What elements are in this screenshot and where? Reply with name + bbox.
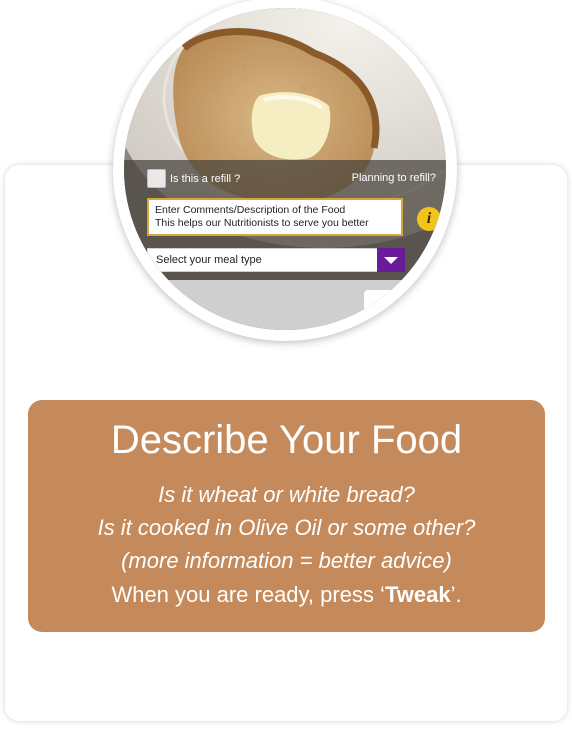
tweak-keyword: Tweak: [384, 582, 451, 607]
panel-line-info: (more information = better advice): [121, 548, 452, 573]
planning-refill-link[interactable]: Planning to refill?: [352, 172, 436, 184]
instruction-panel: Describe Your Food Is it wheat or white …: [28, 400, 545, 632]
refill-checkbox[interactable]: [147, 169, 166, 188]
ready-prefix: When you are ready, press: [111, 582, 381, 607]
panel-line-oil: Is it cooked in Olive Oil or some other?: [97, 515, 476, 540]
comments-field[interactable]: Enter Comments/Description of the Food T…: [147, 198, 403, 236]
comments-placeholder-line2: This helps our Nutritionists to serve yo…: [155, 217, 369, 229]
ready-suffix: ’.: [450, 582, 462, 607]
refill-label: Is this a refill ?: [170, 173, 241, 185]
panel-line-ready: When you are ready, press ‘Tweak’.: [28, 582, 545, 608]
meal-type-select[interactable]: Select your meal type: [147, 248, 405, 272]
app-preview-circle: Is this a refill ? Planning to refill? E…: [124, 8, 446, 330]
chevron-down-icon[interactable]: [377, 248, 405, 272]
meal-type-label: Select your meal type: [156, 254, 262, 266]
panel-title: Describe Your Food: [110, 418, 463, 462]
info-icon[interactable]: i: [417, 207, 441, 231]
mini-tab: [364, 290, 404, 320]
comments-placeholder-line1: Enter Comments/Description of the Food: [155, 204, 346, 216]
panel-line-wheat: Is it wheat or white bread?: [158, 482, 415, 507]
